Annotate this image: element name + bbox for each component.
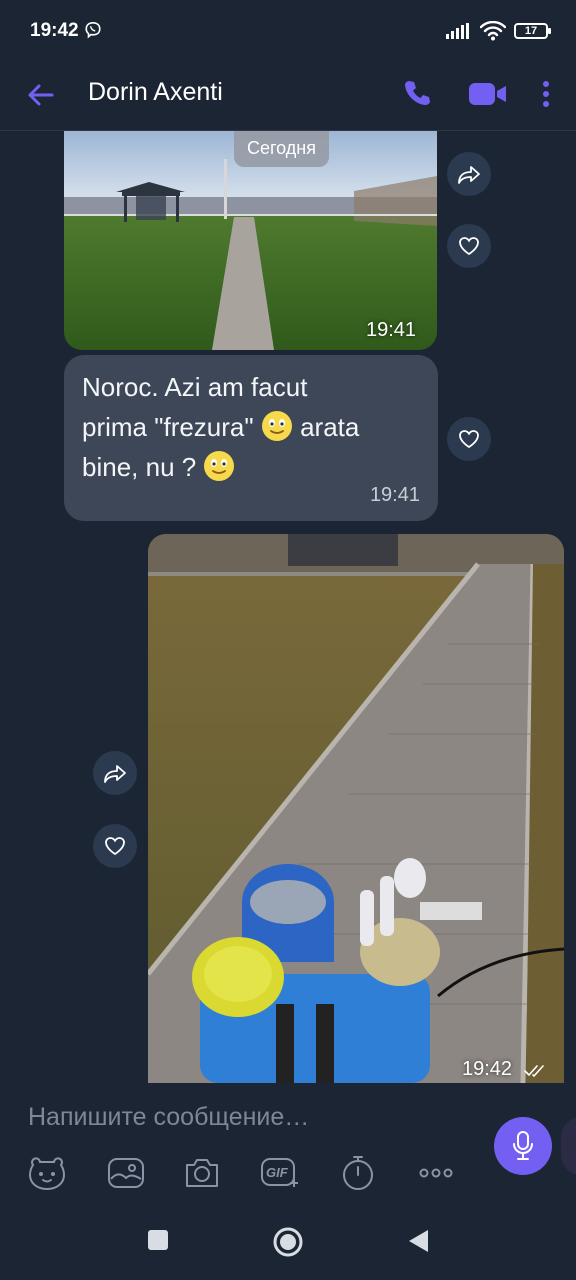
heart-icon bbox=[459, 237, 479, 256]
gif-button[interactable]: GIF bbox=[260, 1155, 300, 1191]
signal-icon bbox=[446, 23, 469, 39]
forward-button[interactable] bbox=[447, 152, 491, 196]
line-2: prima "frezura" bbox=[82, 412, 254, 442]
viber-notification-icon bbox=[85, 21, 101, 39]
battery-level: 17 bbox=[524, 25, 538, 37]
line-1: Noroc. Azi am facut bbox=[82, 372, 308, 402]
more-horiz-icon[interactable] bbox=[416, 1155, 456, 1191]
side-action-button[interactable] bbox=[561, 1117, 576, 1175]
chat-header: Dorin Axenti bbox=[0, 64, 576, 131]
system-nav-bar bbox=[0, 1208, 576, 1280]
contact-name[interactable]: Dorin Axenti bbox=[88, 78, 223, 107]
status-bar: 19:42 17 bbox=[0, 0, 576, 64]
video-call-icon[interactable] bbox=[468, 80, 508, 108]
back-icon[interactable] bbox=[406, 1228, 430, 1254]
camera-icon[interactable] bbox=[182, 1155, 222, 1191]
recents-icon[interactable] bbox=[146, 1228, 170, 1252]
read-status-icon bbox=[524, 1065, 544, 1077]
forward-button[interactable] bbox=[93, 751, 137, 795]
home-icon[interactable] bbox=[272, 1226, 304, 1258]
timer-icon[interactable] bbox=[338, 1155, 378, 1191]
message-time: 19:41 bbox=[369, 484, 420, 506]
date-separator: Сегодня bbox=[234, 131, 329, 167]
smiling-face-emoji bbox=[261, 411, 292, 441]
forward-icon bbox=[458, 166, 480, 184]
gallery-icon[interactable] bbox=[106, 1155, 146, 1191]
battery-indicator: 17 bbox=[514, 23, 551, 39]
back-arrow-icon[interactable] bbox=[26, 80, 56, 110]
wifi-icon bbox=[480, 21, 506, 41]
outgoing-image-message[interactable] bbox=[148, 534, 564, 1083]
message-time: 19:42 bbox=[462, 1058, 513, 1080]
incoming-text-message[interactable]: Noroc. Azi am facut prima "frezura" arat… bbox=[64, 355, 438, 521]
paved-path-photo bbox=[148, 534, 564, 1083]
gif-label: GIF bbox=[266, 1165, 288, 1180]
voice-message-button[interactable] bbox=[494, 1117, 552, 1175]
smiling-face-emoji bbox=[204, 451, 235, 481]
message-input[interactable]: Напишите сообщение… bbox=[28, 1103, 309, 1132]
like-button[interactable] bbox=[93, 824, 137, 868]
line-3: arata bbox=[300, 412, 360, 442]
heart-icon bbox=[459, 430, 479, 449]
sticker-icon[interactable] bbox=[27, 1155, 67, 1191]
message-time: 19:41 bbox=[366, 319, 417, 341]
microphone-icon bbox=[513, 1131, 533, 1160]
message-list[interactable]: Сегодня 19:41 Noroc. Azi am facut prima … bbox=[0, 131, 576, 1083]
status-time: 19:42 bbox=[30, 20, 79, 41]
phone-icon[interactable] bbox=[402, 78, 432, 108]
message-text: Noroc. Azi am facut prima "frezura" arat… bbox=[82, 367, 422, 487]
message-composer: Напишите сообщение… GIF bbox=[0, 1083, 576, 1208]
more-vert-icon[interactable] bbox=[536, 78, 556, 110]
heart-icon bbox=[105, 837, 125, 856]
forward-icon bbox=[104, 765, 126, 783]
line-4: bine, nu ? bbox=[82, 452, 197, 482]
like-button[interactable] bbox=[447, 224, 491, 268]
like-button[interactable] bbox=[447, 417, 491, 461]
